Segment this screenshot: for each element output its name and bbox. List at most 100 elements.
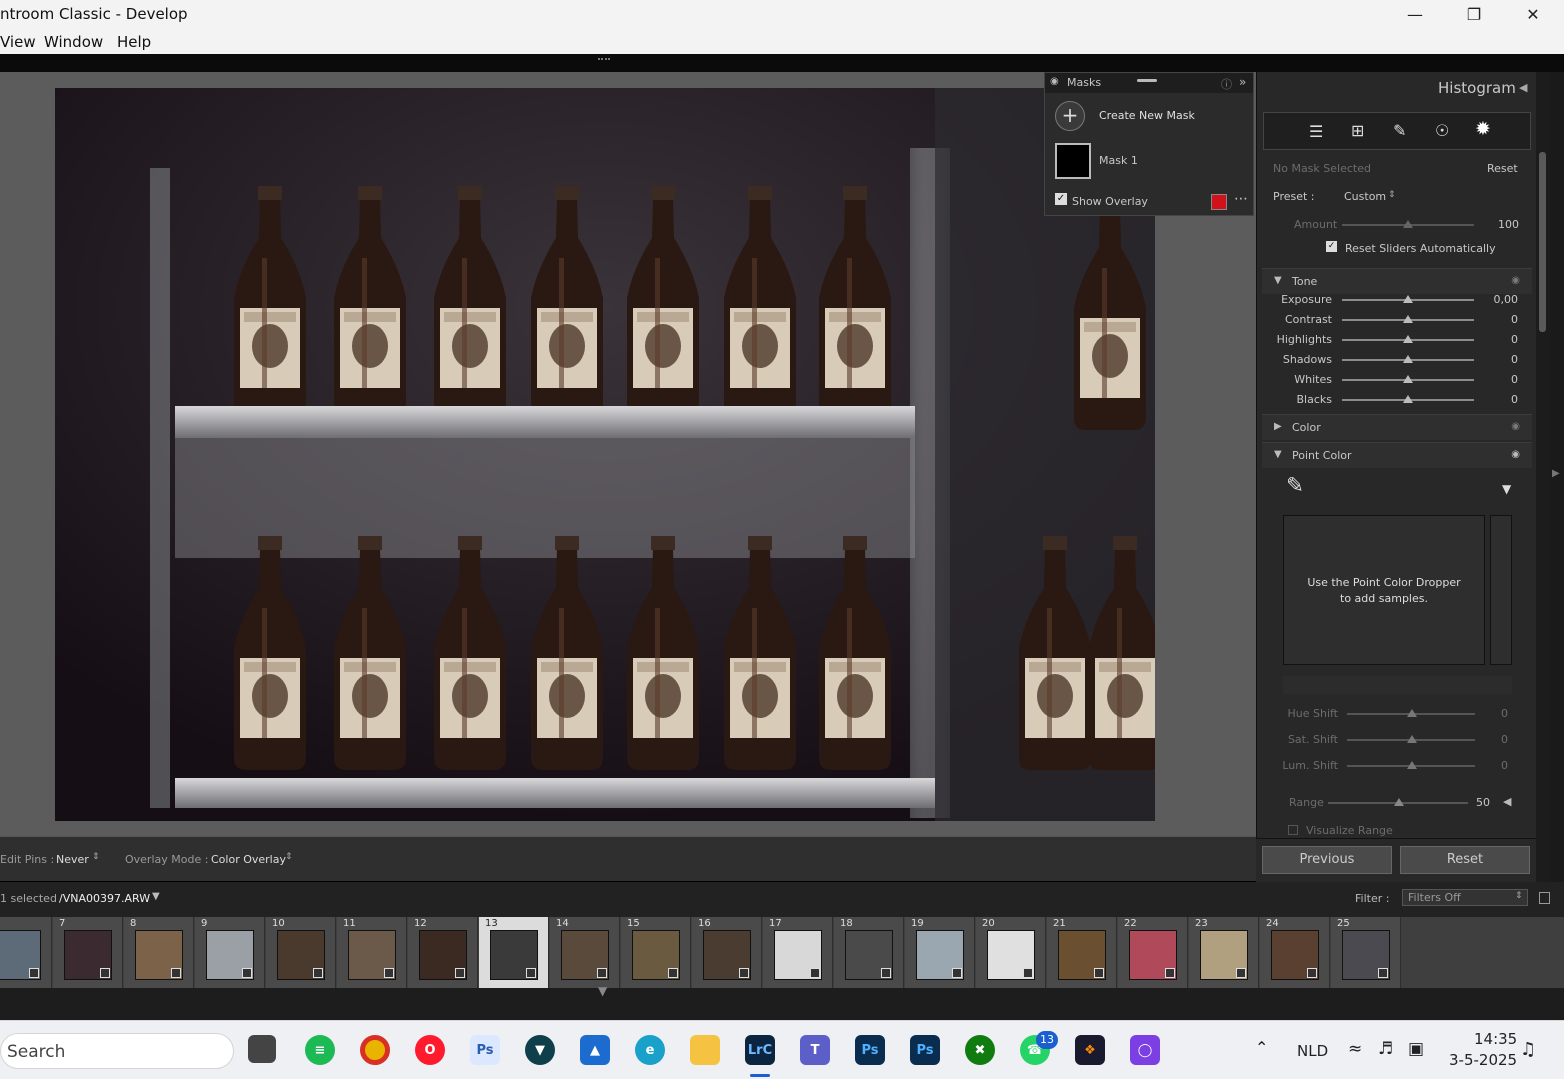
filmstrip-cell[interactable]: 17 [763,917,833,988]
tray-chevron-icon[interactable]: ⌃ [1255,1038,1268,1057]
file-explorer-icon[interactable] [690,1035,720,1065]
tone-slider-knob[interactable] [1403,295,1413,303]
file-path[interactable]: /VNA00397.ARW [59,892,150,905]
color-eye-icon[interactable]: ◉ [1511,421,1520,432]
filmstrip-cell[interactable]: 16 [692,917,762,988]
photoshop-beta-icon[interactable]: Ps [910,1035,940,1065]
menu-window[interactable]: Window [44,33,103,51]
swatch-dropdown-icon[interactable]: ▼ [1502,482,1511,496]
filmstrip-cell[interactable]: 6 [0,917,52,988]
amount-slider-knob[interactable] [1403,220,1413,228]
filmstrip-cell[interactable]: 15 [621,917,691,988]
tone-slider-knob[interactable] [1403,355,1413,363]
search-input[interactable]: Search [7,1042,65,1062]
filmstrip-cell[interactable]: 20 [976,917,1046,988]
eye-icon[interactable]: ◉ [1050,76,1059,87]
point-color-section-header[interactable]: ▼ Point Color ◉ [1262,442,1532,468]
filmstrip-footer[interactable]: ▼ [0,984,1564,1020]
filmstrip-cell[interactable]: 24 [1260,917,1330,988]
edge-icon[interactable]: e [635,1035,665,1065]
red-eye-icon[interactable]: ☉ [1435,121,1449,140]
close-button[interactable]: ✕ [1504,0,1562,29]
clock-time[interactable]: 14:35 [1474,1030,1517,1048]
clock-date[interactable]: 3-5-2025 [1449,1051,1517,1069]
teams-icon[interactable]: T [800,1035,830,1065]
spotify-icon[interactable]: ≡ [305,1035,335,1065]
vpn-icon[interactable]: ▼ [525,1035,555,1065]
tone-slider-value[interactable]: 0 [1478,313,1518,326]
tone-section-header[interactable]: ▼ Tone ◉ [1262,268,1532,294]
previous-button[interactable]: Previous [1262,846,1392,874]
preset-chevron-icon[interactable]: ⇕ [1388,190,1396,200]
filmstrip-cell[interactable]: 19 [905,917,975,988]
point-color-eye-icon[interactable]: ◉ [1511,449,1520,460]
create-new-mask-button[interactable]: Create New Mask [1099,109,1195,122]
visualize-range-checkbox[interactable] [1288,825,1298,835]
lightroom-icon[interactable]: LrC [745,1035,775,1065]
collapse-icon[interactable]: » [1239,75,1246,89]
reset-sliders-checkbox[interactable]: ✓ [1326,241,1337,252]
tone-slider-value[interactable]: 0 [1478,353,1518,366]
masking-icon[interactable]: ✹ [1475,118,1491,140]
tone-eye-icon[interactable]: ◉ [1511,275,1520,286]
path-chevron-icon[interactable]: ▼ [152,891,160,902]
edit-sliders-icon[interactable]: ☰ [1309,122,1323,141]
color-expand-icon[interactable]: ▶ [1274,421,1282,432]
filmstrip-cell[interactable]: 10 [266,917,336,988]
minimize-button[interactable]: — [1386,0,1444,29]
filmstrip-cell[interactable]: 11 [337,917,407,988]
photoshop-icon[interactable]: Ps [855,1035,885,1065]
reset-button[interactable]: Reset [1400,846,1530,874]
filmstrip-cell[interactable]: 8 [124,917,194,988]
menu-help[interactable]: Help [117,33,151,51]
mask-thumbnail[interactable] [1055,143,1091,179]
filter-select[interactable]: Filters Off ⇕ [1402,889,1528,906]
edit-pins-select[interactable]: Never [56,853,89,866]
crop-icon[interactable]: ⊞ [1351,121,1364,140]
overlay-mode-chevron-icon[interactable]: ⇕ [285,852,293,862]
filmstrip-cell[interactable]: 7 [53,917,123,988]
point-color-slider-knob[interactable] [1407,735,1417,743]
photoshop-express-icon[interactable]: Ps [470,1035,500,1065]
help-icon[interactable]: ⓘ [1221,76,1232,92]
point-color-expand-icon[interactable]: ▼ [1274,449,1282,460]
photo-preview[interactable] [55,88,1155,821]
filmstrip-cell[interactable]: 22 [1118,917,1188,988]
filmstrip-cell[interactable]: 18 [834,917,904,988]
tone-slider-value[interactable]: 0 [1478,333,1518,346]
overlay-color-swatch[interactable] [1211,194,1227,210]
wifi-icon[interactable]: ≈ [1348,1039,1362,1059]
notification-bell-icon[interactable]: ♫ [1520,1039,1536,1060]
reset-link[interactable]: Reset [1487,162,1518,175]
filter-lock-icon[interactable] [1539,892,1550,904]
tone-slider-value[interactable]: 0 [1478,373,1518,386]
range-expand-icon[interactable]: ◀ [1503,795,1511,808]
filmstrip-cell[interactable]: 13 [479,917,549,988]
range-slider-knob[interactable] [1394,798,1404,806]
opera-icon[interactable]: O [415,1035,445,1065]
histogram-title[interactable]: Histogram [1438,79,1516,97]
tone-slider-value[interactable]: 0,00 [1478,293,1519,306]
filmstrip-cell[interactable]: 25 [1331,917,1401,988]
menu-view[interactable]: View [0,33,36,51]
point-color-slider-knob[interactable] [1407,761,1417,769]
filmstrip-cell[interactable]: 21 [1047,917,1117,988]
scrollbar-thumb[interactable] [1539,152,1546,332]
show-overlay-checkbox[interactable]: ✓ [1055,193,1067,205]
task-view-icon[interactable] [248,1035,276,1063]
tone-slider-knob[interactable] [1403,375,1413,383]
tone-slider-knob[interactable] [1403,395,1413,403]
panel-toggle-icon[interactable] [598,58,610,64]
filmstrip-cell[interactable]: 12 [408,917,478,988]
filmstrip-toggle-icon[interactable]: ▼ [598,984,607,998]
tone-expand-icon[interactable]: ▼ [1274,275,1282,286]
proton-icon[interactable]: ◯ [1130,1035,1160,1065]
drag-handle-icon[interactable] [1137,79,1157,82]
histogram-toggle-icon[interactable]: ◀ [1519,81,1527,94]
overlay-mode-select[interactable]: Color Overlay [211,853,286,866]
healing-icon[interactable]: ✎ [1393,121,1406,140]
tone-slider-value[interactable]: 0 [1478,393,1518,406]
color-section-header[interactable]: ▶ Color ◉ [1262,414,1532,440]
point-color-swatch-area[interactable]: Use the Point Color Dropper to add sampl… [1283,515,1485,665]
davinci-icon[interactable]: ❖ [1075,1035,1105,1065]
